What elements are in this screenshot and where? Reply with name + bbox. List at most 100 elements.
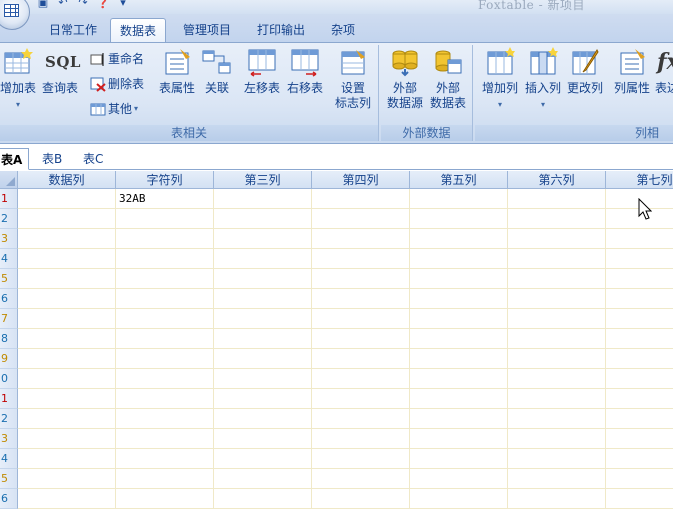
tab-daily-work[interactable]: 日常工作 [40,18,106,42]
grid-cell[interactable] [116,329,214,349]
tab-misc[interactable]: 杂项 [322,18,364,42]
grid-cell[interactable] [116,449,214,469]
grid-cell[interactable] [312,249,410,269]
grid-cell[interactable] [116,389,214,409]
grid-cell[interactable] [18,449,116,469]
grid-cell[interactable] [410,429,508,449]
grid-cell[interactable] [312,269,410,289]
row-number[interactable]: 6 [0,289,18,309]
save-icon[interactable]: ▣ [36,0,50,9]
sheet-tab-a[interactable]: 表A [0,148,30,170]
column-header[interactable]: 数据列 [18,171,116,189]
delete-table-button[interactable]: 删除表 [90,74,144,94]
grid-cell[interactable] [606,309,673,329]
row-number[interactable]: 2 [0,409,18,429]
grid-cell[interactable] [116,369,214,389]
grid-cell[interactable] [410,449,508,469]
grid-cell[interactable] [606,249,673,269]
grid-cell[interactable] [312,429,410,449]
column-header[interactable]: 第五列 [410,171,508,189]
grid-cell[interactable] [116,409,214,429]
grid-cell[interactable] [410,389,508,409]
grid-cell[interactable] [312,309,410,329]
grid-cell[interactable] [606,369,673,389]
other-dropdown[interactable]: 其他 ▾ [90,99,138,119]
move-table-left-button[interactable]: 左移表 [242,47,282,96]
grid-cell[interactable] [606,429,673,449]
grid-cell[interactable] [606,469,673,489]
grid-cell[interactable] [214,429,312,449]
sheet-tab-c[interactable]: 表C [77,148,109,170]
grid-cell[interactable] [214,189,312,209]
grid-cell[interactable] [116,429,214,449]
grid-cell[interactable] [312,389,410,409]
row-number[interactable]: 5 [0,269,18,289]
grid-cell[interactable] [508,429,606,449]
grid-cell[interactable] [18,289,116,309]
grid-cell[interactable] [410,409,508,429]
grid-cell[interactable] [116,349,214,369]
row-number[interactable]: 0 [0,369,18,389]
grid-cell[interactable] [606,409,673,429]
grid-cell[interactable] [606,269,673,289]
grid-cell[interactable] [606,389,673,409]
row-number[interactable]: 7 [0,309,18,329]
external-data-table-button[interactable]: 外部 数据表 [427,47,469,111]
grid-cell[interactable] [508,369,606,389]
grid-cell[interactable] [18,209,116,229]
grid-cell[interactable] [18,349,116,369]
grid-cell[interactable] [18,489,116,509]
grid-cell[interactable] [214,489,312,509]
grid-cell[interactable] [18,229,116,249]
grid-cell[interactable] [410,349,508,369]
grid-cell[interactable] [18,409,116,429]
grid-cell[interactable] [312,229,410,249]
grid-cell[interactable] [116,249,214,269]
grid-cell[interactable] [312,189,410,209]
grid-cell[interactable] [312,489,410,509]
grid-cell[interactable] [214,409,312,429]
grid-cell[interactable] [410,489,508,509]
grid-cell[interactable] [312,449,410,469]
grid-cell[interactable] [18,469,116,489]
grid-cell[interactable] [214,349,312,369]
tab-data-table[interactable]: 数据表 [110,18,167,42]
external-data-source-button[interactable]: 外部 数据源 [385,47,425,111]
grid-cell[interactable]: 32AB [116,189,214,209]
add-table-button[interactable]: 增加表 ▾ [0,47,36,112]
grid-cell[interactable] [312,209,410,229]
row-number[interactable]: 9 [0,349,18,369]
grid-cell[interactable] [410,369,508,389]
grid-cell[interactable] [410,469,508,489]
grid-cell[interactable] [508,449,606,469]
grid-cell[interactable] [116,209,214,229]
row-number[interactable]: 6 [0,489,18,509]
grid-cell[interactable] [214,309,312,329]
grid-cell[interactable] [508,309,606,329]
grid-cell[interactable] [214,269,312,289]
grid-cell[interactable] [214,389,312,409]
tab-manage-project[interactable]: 管理项目 [174,18,240,42]
grid-cell[interactable] [214,469,312,489]
grid-cell[interactable] [214,449,312,469]
grid-cell[interactable] [214,289,312,309]
grid-cell[interactable] [116,489,214,509]
grid-cell[interactable] [508,269,606,289]
grid-cell[interactable] [410,229,508,249]
relation-button[interactable]: 关联 [200,47,234,96]
grid-cell[interactable] [410,309,508,329]
grid-cell[interactable] [508,289,606,309]
grid-cell[interactable] [410,209,508,229]
grid-cell[interactable] [606,489,673,509]
grid-cell[interactable] [606,289,673,309]
query-table-button[interactable]: SQL 查询表 [40,47,80,96]
sheet-tab-b[interactable]: 表B [36,148,68,170]
grid-cell[interactable] [606,349,673,369]
row-number[interactable]: 2 [0,209,18,229]
undo-icon[interactable]: ↶ [56,0,70,9]
grid-cell[interactable] [116,269,214,289]
grid-cell[interactable] [606,229,673,249]
grid-cell[interactable] [312,289,410,309]
redo-icon[interactable]: ↷ [76,0,90,9]
grid-cell[interactable] [410,249,508,269]
